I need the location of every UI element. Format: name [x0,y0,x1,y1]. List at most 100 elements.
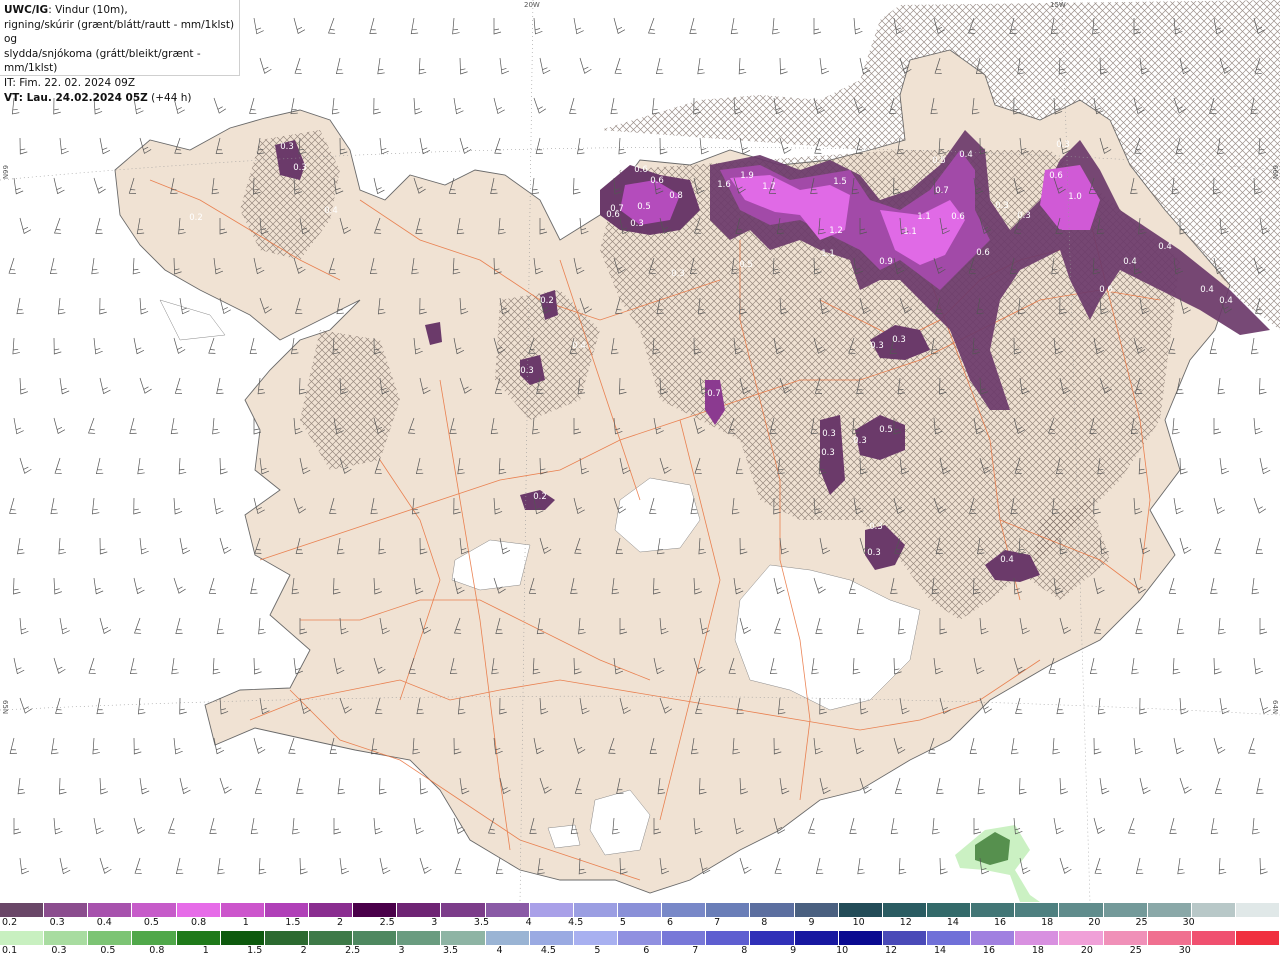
precip-value-label: 0.5 [932,156,946,166]
precip-value-label: 0.3 [520,366,534,376]
precip-value-label: 0.3 [1017,211,1031,221]
legend-swatch [662,903,707,917]
coord-label-right-64n: 64N [1271,700,1279,715]
legend-swatch [1191,931,1236,945]
legend-tick-label: 20 [1080,945,1093,956]
legend-tick-label: 0.8 [149,945,165,956]
precip-value-label: 0.3 [280,142,294,152]
legend-swatch [1235,903,1280,917]
legend-tick-label: 2.5 [379,917,395,928]
legend-tick-label: 14 [946,917,959,928]
legend-swatch [0,903,45,917]
precip-value-label: 0.3 [1056,140,1070,150]
legend-tick-label: 4 [496,945,503,956]
legend-swatch [485,903,530,917]
legend-swatch [88,903,133,917]
legend-swatch [1103,931,1148,945]
legend-tick-label: 10 [836,945,849,956]
legend-tick-label: 7 [692,945,699,956]
precip-value-label: 0.9 [879,257,893,267]
legend-swatch [176,931,221,945]
weather-map: 0.30.40.20.31.61.91.7 1.51.21.10.91.11.10… [0,0,1280,902]
precip-value-label: 0.3 [822,429,836,439]
precip-value-label: 0.4 [572,341,586,351]
coord-label-left-65n: 65N [1,700,9,715]
legend-tick-label: 1.5 [285,917,301,928]
snow-color-legend [0,903,1280,917]
legend-swatch [176,903,221,917]
legend-swatch [397,931,442,945]
precip-value-label: 0.6 [1049,171,1063,181]
legend-tick-label: 10 [852,917,865,928]
legend-tick-label: 30 [1178,945,1191,956]
legend-tick-label: 3 [398,945,405,956]
legend-swatch [882,931,927,945]
legend-swatch [0,931,45,945]
precip-value-label: 0.3 [892,335,906,345]
precip-value-label: 0.6 [976,248,990,258]
legend-swatch [308,931,354,945]
precip-value-label: 0.7 [707,389,721,399]
precip-value-label: 1.1 [821,249,835,259]
info-line-3: slydda/snjókoma (grátt/bleikt/grænt - mm… [4,47,201,75]
precip-value-label: 1.1 [903,227,917,237]
legend-tick-label: 5 [594,945,601,956]
legend-swatch [838,931,883,945]
legend-swatch [838,903,883,917]
legend-swatch [1015,931,1060,945]
info-initial-time: IT: Fim. 22. 02. 2024 09Z [4,76,136,89]
legend-tick-label: 25 [1135,917,1148,928]
legend-swatch [662,931,707,945]
precip-value-label: 0.2 [540,296,554,306]
precip-value-label: 0.3 [869,522,883,532]
precip-value-label: 0.3 [853,436,867,446]
coord-label-right-66n: 66N [1271,165,1279,180]
legend-tick-label: 0.1 [2,945,18,956]
legend-tick-label: 0.8 [191,917,207,928]
legend-swatch [308,903,354,917]
legend-tick-label: 18 [1031,945,1044,956]
legend-swatch [353,903,398,917]
legend-tick-label: 3.5 [442,945,459,956]
precip-value-label: 0.3 [293,163,307,173]
legend-swatch [220,931,265,945]
legend-swatch [794,903,839,917]
precip-value-label: 1.9 [740,171,754,181]
precip-value-label: 0.6 [634,165,648,175]
forecast-info-box: UWC/IG: Vindur (10m), rigning/skúrir (gr… [0,0,240,104]
legend-tick-label: 1 [202,945,209,956]
precip-value-label: 0.5 [739,260,753,270]
precip-value-label: 0.8 [669,191,683,201]
legend-swatch [397,903,442,917]
precip-value-label: 0.3 [671,269,685,279]
legend-swatch [132,931,177,945]
precip-value-label: 0.3 [630,219,644,229]
legend-swatch [220,903,265,917]
legend-swatch [706,903,751,917]
info-variable: : Vindur (10m), [48,4,128,16]
precip-value-label: 1.6 [717,180,731,190]
legend-swatch [573,903,618,917]
legend-tick-label: 1 [242,917,249,928]
precip-value-label: 0.4 [1000,555,1014,565]
coord-label-top-15w: 15W [1050,1,1066,9]
legend-swatch [617,903,663,917]
model-name: UWC/IG [4,4,49,16]
legend-swatch [44,931,89,945]
legend-tick-label: 9 [790,945,797,956]
legend-swatch [529,931,574,945]
legend-swatch [971,903,1016,917]
legend-swatch [1059,903,1104,917]
legend-swatch [750,931,795,945]
legend-swatch [441,931,486,945]
coord-label-left-66n: 66N [1,165,9,180]
legend-tick-label: 3.5 [473,917,490,928]
precip-value-label: 0.6 [650,176,664,186]
legend-swatch [264,931,309,945]
info-line-2: rigning/skúrir (grænt/blátt/rautt - mm/1… [4,18,235,46]
legend-tick-label: 5 [619,917,626,928]
legend-swatch [132,903,177,917]
legend-swatch [926,903,972,917]
legend-tick-label: 0.3 [51,945,67,956]
legend-tick-label: 8 [741,945,748,956]
